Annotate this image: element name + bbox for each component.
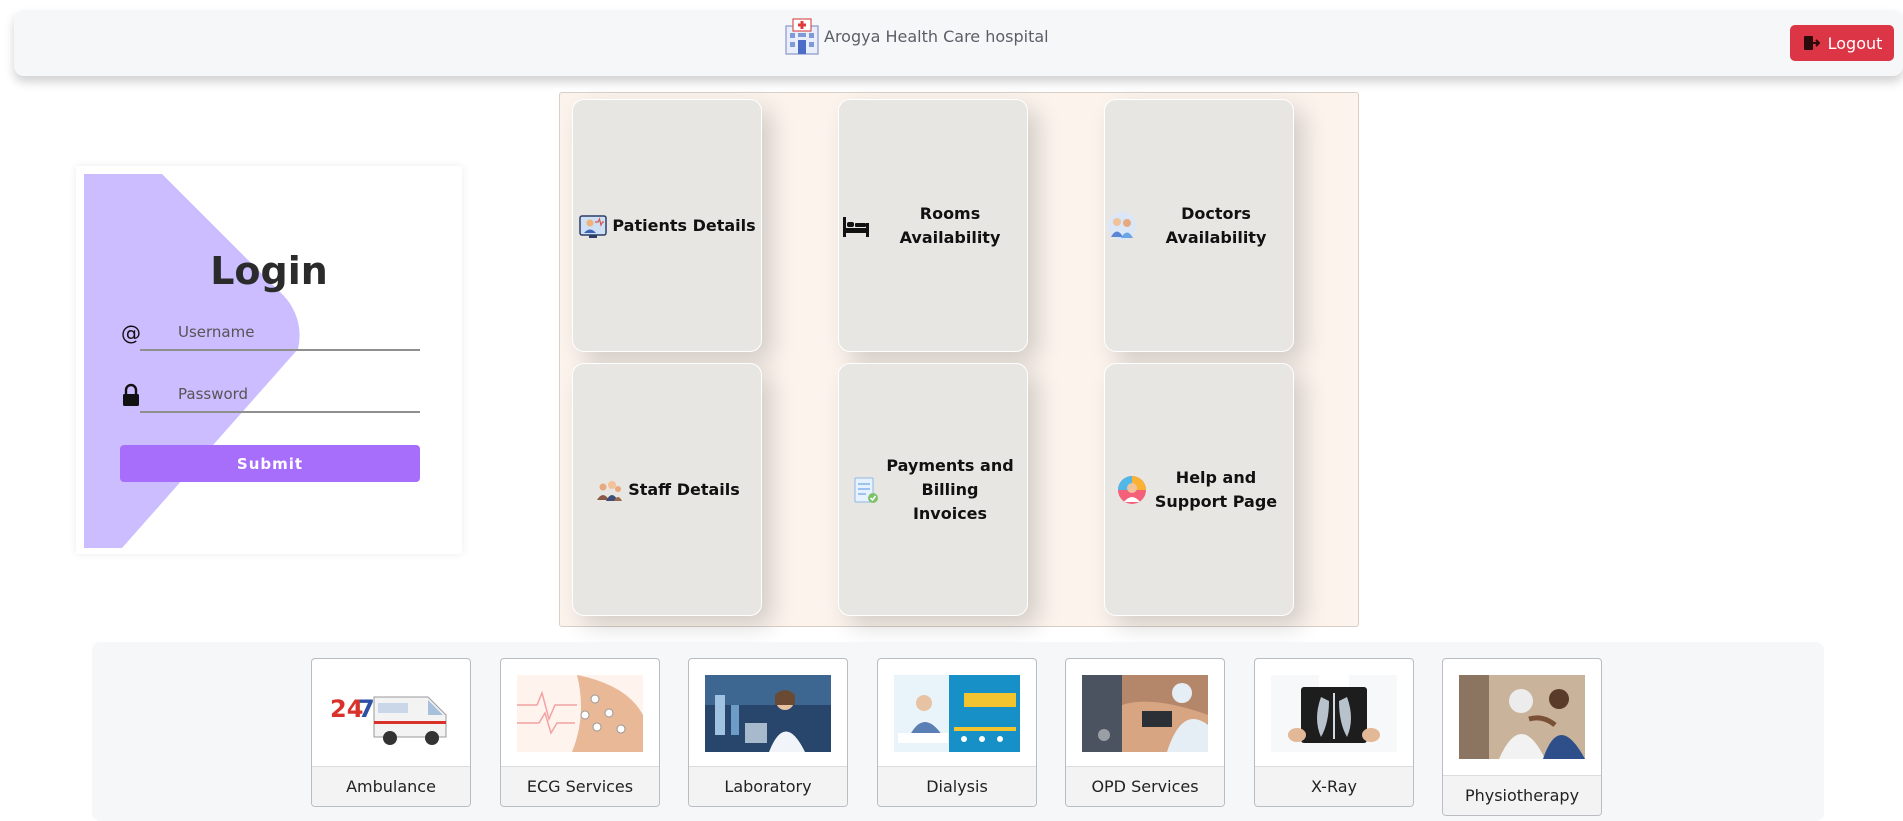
tile-help-support[interactable]: Help and Support Page (1104, 363, 1294, 616)
username-input[interactable] (140, 315, 420, 351)
tile-rooms-availability[interactable]: Rooms Availability (838, 99, 1028, 352)
doctors-icon (1108, 211, 1136, 240)
dashboard-grid: Patients Details Rooms Availability Doct… (559, 92, 1359, 627)
password-field (120, 377, 420, 417)
service-label: OPD Services (1066, 766, 1224, 806)
service-card-dialysis[interactable]: Dialysis (877, 658, 1037, 807)
logout-button[interactable]: Logout (1790, 25, 1894, 61)
laboratory-image (705, 675, 831, 752)
service-label: Dialysis (878, 766, 1036, 806)
brand-name: Arogya Health Care hospital (824, 26, 1049, 46)
tile-label: Help and Support Page (1154, 467, 1278, 511)
login-title: Login (210, 249, 328, 293)
svg-text:7: 7 (358, 695, 375, 723)
service-label: Laboratory (689, 766, 847, 806)
tile-patients-details[interactable]: Patients Details (572, 99, 762, 352)
tile-label: Doctors Availability (1165, 203, 1267, 247)
service-card-ambulance[interactable]: 24 7 Ambulance (311, 658, 471, 807)
service-card-physiotherapy[interactable]: Physiotherapy (1442, 658, 1602, 816)
invoice-icon (854, 477, 878, 503)
password-input[interactable] (140, 377, 420, 413)
opd-image (1082, 675, 1208, 752)
tile-payments-billing[interactable]: Payments and Billing Invoices (838, 363, 1028, 616)
services-strip: 24 7 Ambulance ECG Services Laboratory D… (92, 642, 1824, 821)
tile-label: Staff Details (628, 479, 740, 499)
patient-monitor-icon (579, 214, 608, 238)
service-card-opd[interactable]: OPD Services (1065, 658, 1225, 807)
tile-staff-details[interactable]: Staff Details (572, 363, 762, 616)
tile-label: Rooms Availability (899, 203, 1001, 247)
ecg-image (517, 675, 643, 752)
physiotherapy-image (1459, 675, 1585, 759)
support-agent-icon (1118, 475, 1146, 504)
login-decorative-shape (84, 174, 300, 548)
service-card-ecg[interactable]: ECG Services (500, 658, 660, 807)
ambulance-image: 24 7 (328, 675, 454, 752)
tile-label: Payments and Billing Invoices (886, 455, 1014, 523)
lock-icon (123, 383, 139, 406)
logout-label: Logout (1827, 33, 1883, 53)
staff-icon (597, 480, 623, 501)
login-panel: Login @ Submit (84, 174, 454, 548)
service-label: ECG Services (501, 766, 659, 806)
login-card: Login @ Submit (76, 166, 462, 554)
dialysis-image (894, 675, 1020, 752)
service-label: X-Ray (1255, 766, 1413, 806)
tile-label: Patients Details (612, 215, 756, 235)
service-card-xray[interactable]: X-Ray (1254, 658, 1414, 807)
username-field: @ (120, 315, 420, 355)
top-navbar: Arogya Health Care hospital Logout (14, 10, 1903, 76)
xray-image (1271, 675, 1397, 752)
hospital-building-icon (785, 18, 819, 55)
brand[interactable]: Arogya Health Care hospital (782, 16, 1049, 56)
service-label: Ambulance (312, 766, 470, 806)
tile-doctors-availability[interactable]: Doctors Availability (1104, 99, 1294, 352)
bed-icon (843, 216, 869, 237)
logout-door-icon (1803, 36, 1820, 50)
at-sign-icon: @ (121, 321, 141, 345)
service-label: Physiotherapy (1443, 775, 1601, 815)
service-card-laboratory[interactable]: Laboratory (688, 658, 848, 807)
submit-button[interactable]: Submit (120, 445, 420, 482)
